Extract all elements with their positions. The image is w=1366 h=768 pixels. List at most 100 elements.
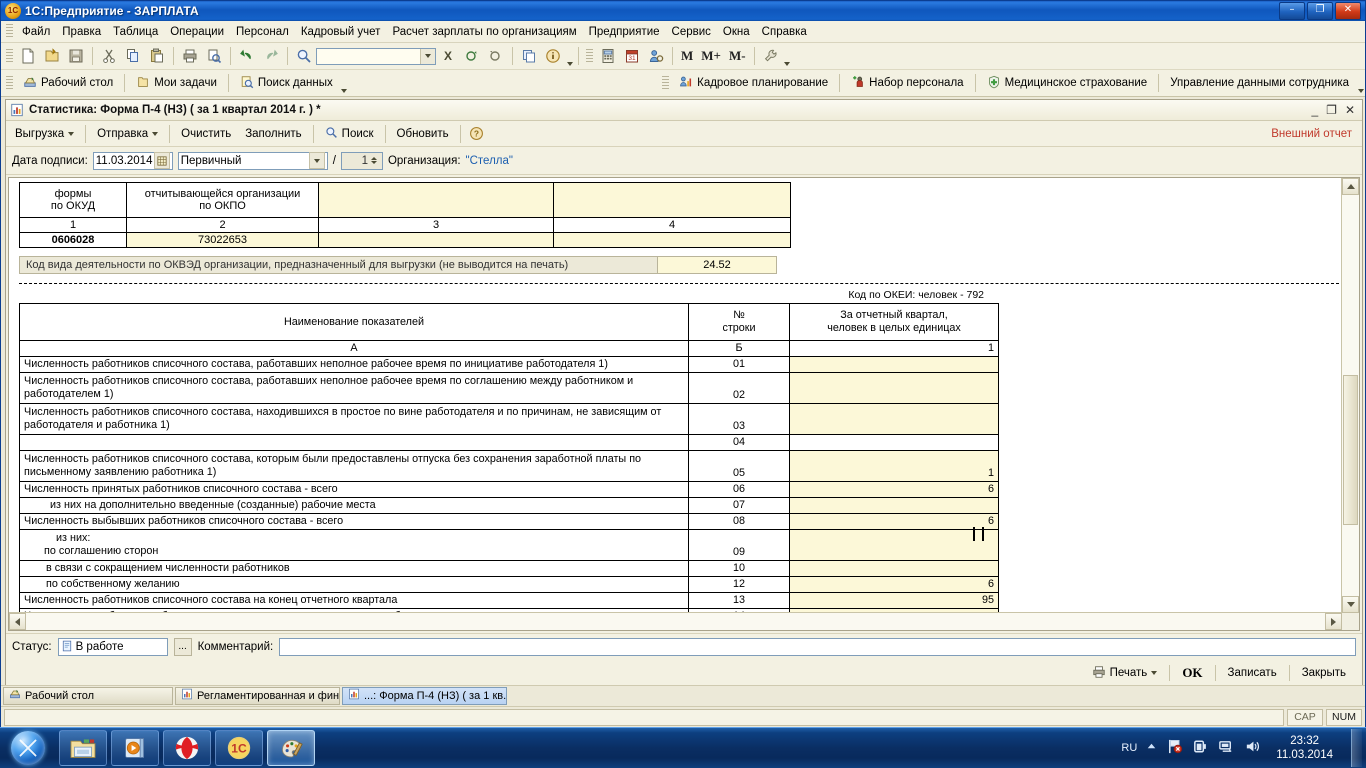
row-value-13[interactable]: 95 bbox=[789, 592, 999, 609]
spreadsheet-canvas[interactable]: формы по ОКУД отчитывающейся организации… bbox=[9, 178, 1342, 613]
row-value-10[interactable] bbox=[789, 560, 999, 577]
find-icon[interactable] bbox=[292, 44, 316, 68]
chevron-up-icon[interactable] bbox=[1146, 742, 1157, 754]
search-button[interactable]: Поиск bbox=[318, 121, 381, 147]
row-value-01[interactable] bbox=[789, 356, 999, 373]
maximize-button[interactable]: ❐ bbox=[1307, 2, 1333, 20]
close-button[interactable]: ✕ bbox=[1335, 2, 1361, 20]
horizontal-scroll-track[interactable] bbox=[26, 613, 1325, 630]
report-restore-button[interactable]: ❐ bbox=[1326, 103, 1337, 117]
horizontal-scrollbar[interactable] bbox=[9, 612, 1342, 630]
scroll-right-button[interactable] bbox=[1325, 613, 1342, 630]
send-dropdown-icon[interactable] bbox=[152, 131, 159, 136]
info-icon[interactable] bbox=[541, 44, 565, 68]
menu-item-edit[interactable]: Правка bbox=[56, 24, 107, 40]
navbar-grip[interactable] bbox=[6, 75, 13, 91]
nav-hr-planning-button[interactable]: Кадровое планирование bbox=[672, 70, 835, 96]
menu-item-hr-accounting[interactable]: Кадровый учет bbox=[295, 24, 387, 40]
memory-minus-button[interactable]: M- bbox=[725, 48, 750, 64]
cut-icon[interactable] bbox=[97, 44, 121, 68]
row-value-03[interactable] bbox=[789, 403, 999, 435]
row-value-06[interactable]: 6 bbox=[789, 481, 999, 498]
refresh-find-icon[interactable] bbox=[460, 44, 484, 68]
calendar-picker-icon[interactable] bbox=[153, 152, 170, 169]
vertical-scroll-thumb[interactable] bbox=[1343, 375, 1358, 525]
ok-button[interactable]: OK bbox=[1172, 661, 1212, 685]
toolbar-grip[interactable] bbox=[6, 48, 13, 64]
minimize-button[interactable]: – bbox=[1279, 2, 1305, 20]
power-icon[interactable] bbox=[1192, 738, 1209, 758]
nav-tasks-button[interactable]: Мои задачи bbox=[129, 70, 224, 96]
clear-search-button[interactable]: X bbox=[436, 44, 460, 68]
header-cell-4[interactable] bbox=[553, 182, 791, 218]
row-value-09[interactable] bbox=[789, 529, 999, 561]
taskbar-clock[interactable]: 23:32 11.03.2014 bbox=[1270, 734, 1339, 762]
report-minimize-button[interactable]: _ bbox=[1311, 103, 1318, 117]
menu-item-payroll[interactable]: Расчет зарплаты по организациям bbox=[386, 24, 582, 40]
row-value-04[interactable] bbox=[789, 434, 999, 451]
okved-value[interactable]: 24.52 bbox=[657, 257, 776, 273]
action-center-flag-icon[interactable] bbox=[1166, 738, 1183, 758]
menu-item-enterprise[interactable]: Предприятие bbox=[583, 24, 666, 40]
refresh-button[interactable]: Обновить bbox=[390, 121, 456, 147]
tray-language-label[interactable]: RU bbox=[1121, 742, 1137, 754]
wrench-dropdown-icon[interactable] bbox=[783, 46, 792, 66]
scroll-down-button[interactable] bbox=[1342, 596, 1359, 613]
save-button[interactable]: Записать bbox=[1218, 663, 1287, 683]
nav-recruitment-button[interactable]: Набор персонала bbox=[844, 70, 970, 96]
menu-item-personnel[interactable]: Персонал bbox=[230, 24, 295, 40]
chevron-down-icon[interactable] bbox=[308, 152, 325, 169]
header-value-4[interactable] bbox=[553, 232, 791, 248]
okpo-value[interactable]: 73022653 bbox=[126, 232, 319, 248]
clear-button[interactable]: Очистить bbox=[174, 121, 238, 147]
menu-grip[interactable] bbox=[6, 24, 13, 39]
info-dropdown-icon[interactable] bbox=[565, 46, 574, 66]
sign-date-input[interactable]: 11.03.2014 bbox=[92, 151, 173, 170]
memory-plus-button[interactable]: M+ bbox=[697, 48, 725, 64]
1c-enterprise-icon[interactable]: 1C bbox=[215, 730, 263, 766]
menu-item-help[interactable]: Справка bbox=[756, 24, 813, 40]
header-cell-3[interactable] bbox=[318, 182, 554, 218]
print-dropdown-icon[interactable] bbox=[1151, 671, 1158, 675]
toolbar-grip-2[interactable] bbox=[586, 48, 593, 64]
start-orb-icon[interactable] bbox=[1, 729, 55, 767]
memory-button[interactable]: M bbox=[677, 48, 697, 64]
search-dropdown-icon[interactable] bbox=[420, 48, 435, 64]
correction-number-input[interactable]: 1 bbox=[340, 151, 383, 170]
nav-data-search-button[interactable]: Поиск данных bbox=[233, 70, 340, 96]
vertical-scroll-track[interactable] bbox=[1342, 195, 1359, 596]
nav-medical-insurance-button[interactable]: Медицинское страхование bbox=[980, 70, 1155, 96]
nav-left-overflow-icon[interactable] bbox=[340, 73, 349, 93]
menu-item-operations[interactable]: Операции bbox=[164, 24, 230, 40]
app-tab-form-p4[interactable]: ...: Форма П-4 (НЗ) ( за 1 кв... bbox=[342, 686, 507, 705]
row-value-02[interactable] bbox=[789, 372, 999, 404]
explorer-icon[interactable] bbox=[59, 730, 107, 766]
help-icon[interactable]: ? bbox=[465, 122, 489, 146]
scroll-left-button[interactable] bbox=[9, 613, 26, 630]
close-button[interactable]: Закрыть bbox=[1292, 663, 1356, 683]
paste-icon[interactable] bbox=[145, 44, 169, 68]
app-tab-regulated-reports[interactable]: Регламентированная и фин... bbox=[175, 686, 340, 705]
save-icon[interactable] bbox=[64, 44, 88, 68]
undo-icon[interactable] bbox=[235, 44, 259, 68]
menu-item-service[interactable]: Сервис bbox=[666, 24, 717, 40]
user-settings-icon[interactable] bbox=[644, 44, 668, 68]
nav-desktop-button[interactable]: Рабочий стол bbox=[16, 70, 120, 96]
report-close-button[interactable]: ✕ bbox=[1345, 103, 1355, 117]
row-value-08[interactable]: 6 bbox=[789, 513, 999, 530]
copy-window-icon[interactable] bbox=[517, 44, 541, 68]
volume-icon[interactable] bbox=[1244, 738, 1261, 758]
status-pick-button[interactable]: ... bbox=[173, 638, 192, 656]
print-icon[interactable] bbox=[178, 44, 202, 68]
unload-dropdown-icon[interactable] bbox=[68, 131, 75, 136]
scroll-up-button[interactable] bbox=[1342, 178, 1359, 195]
copy-icon[interactable] bbox=[121, 44, 145, 68]
show-desktop-button[interactable] bbox=[1351, 729, 1362, 767]
report-kind-select[interactable]: Первичный bbox=[177, 151, 328, 170]
menu-item-file[interactable]: Файл bbox=[16, 24, 56, 40]
vertical-scrollbar[interactable] bbox=[1341, 178, 1359, 613]
open-folder-icon[interactable] bbox=[40, 44, 64, 68]
row-value-12[interactable]: 6 bbox=[789, 576, 999, 593]
yandex-browser-icon[interactable] bbox=[163, 730, 211, 766]
nav-right-overflow-icon[interactable] bbox=[1356, 73, 1365, 93]
